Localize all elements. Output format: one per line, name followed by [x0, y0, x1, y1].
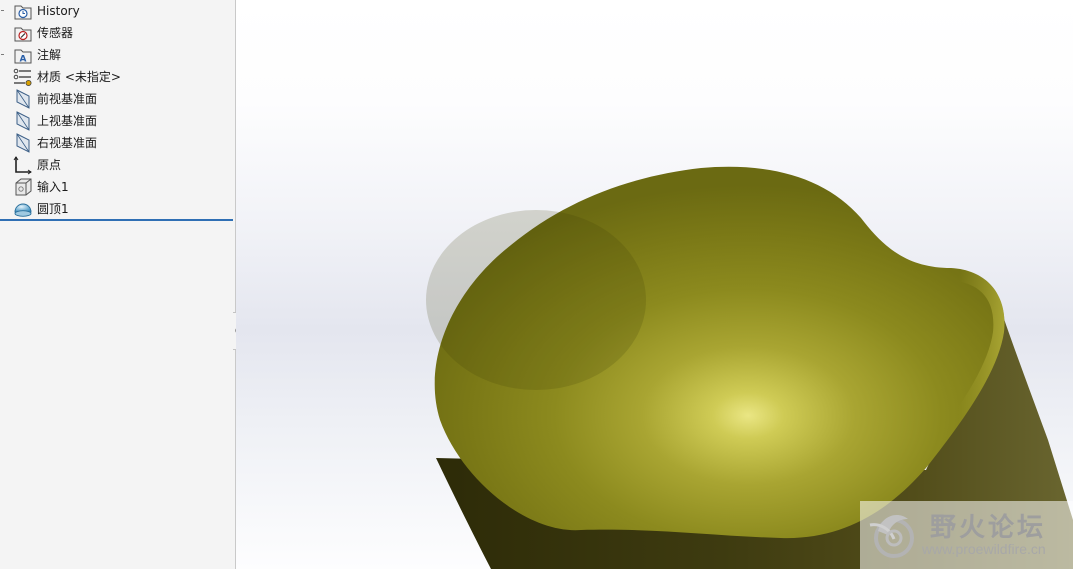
plane-icon: [16, 111, 30, 131]
tree-item-label: 注解: [37, 48, 62, 62]
tree-item-label: 圆顶1: [37, 202, 69, 216]
dome-feature-icon: [14, 203, 32, 217]
plane-icon: [16, 89, 30, 109]
tree-item-history[interactable]: History: [0, 0, 235, 22]
model-shadow-overlay: [426, 210, 646, 390]
tree-item-origin[interactable]: 原点: [0, 154, 235, 176]
tree-item-material[interactable]: 材质 <未指定>: [0, 66, 235, 88]
graphics-viewport[interactable]: [236, 0, 1073, 569]
dome-model[interactable]: [236, 0, 1073, 569]
material-icon: [13, 68, 32, 86]
solidworks-window: History 传感器 A 注解 材质 <未指定> 前视基准面 上视基准面 右视…: [0, 0, 1073, 569]
tree-item-dome1[interactable]: 圆顶1: [0, 198, 235, 220]
tree-item-imported1[interactable]: 输入1: [0, 176, 235, 198]
watermark: 野火论坛 www.proewildfire.cn: [860, 501, 1073, 569]
tree-item-label: 材质 <未指定>: [37, 70, 121, 84]
svg-text:A: A: [20, 55, 27, 65]
imported-body-icon: [15, 178, 32, 196]
tree-expander[interactable]: [1, 54, 4, 55]
tree-item-sensors[interactable]: 传感器: [0, 22, 235, 44]
tree-item-label: 输入1: [37, 180, 69, 194]
origin-icon: [13, 156, 32, 175]
history-folder-icon: [14, 5, 32, 20]
tree-item-right-plane[interactable]: 右视基准面: [0, 132, 235, 154]
tree-item-front-plane[interactable]: 前视基准面: [0, 88, 235, 110]
rollback-bar[interactable]: [0, 219, 233, 221]
tree-item-label: 右视基准面: [37, 136, 98, 150]
tree-expander[interactable]: [1, 10, 4, 11]
sensors-folder-icon: [14, 27, 32, 42]
feature-manager-tree: History 传感器 A 注解 材质 <未指定> 前视基准面 上视基准面 右视…: [0, 0, 236, 569]
tree-item-label: 上视基准面: [37, 114, 98, 128]
tree-item-label: 传感器: [37, 26, 74, 40]
watermark-title: 野火论坛: [930, 513, 1047, 543]
annotations-folder-icon: A: [14, 49, 32, 65]
tree-item-top-plane[interactable]: 上视基准面: [0, 110, 235, 132]
feature-tree-list: History 传感器 A 注解 材质 <未指定> 前视基准面 上视基准面 右视…: [0, 0, 235, 220]
forum-logo-icon: [869, 515, 914, 558]
watermark-url: www.proewildfire.cn: [922, 541, 1046, 557]
tree-item-label: 原点: [37, 158, 62, 172]
plane-icon: [16, 133, 30, 153]
tree-item-label: 前视基准面: [37, 92, 98, 106]
tree-item-label: History: [37, 4, 80, 18]
tree-item-annotations[interactable]: A 注解: [0, 44, 235, 66]
